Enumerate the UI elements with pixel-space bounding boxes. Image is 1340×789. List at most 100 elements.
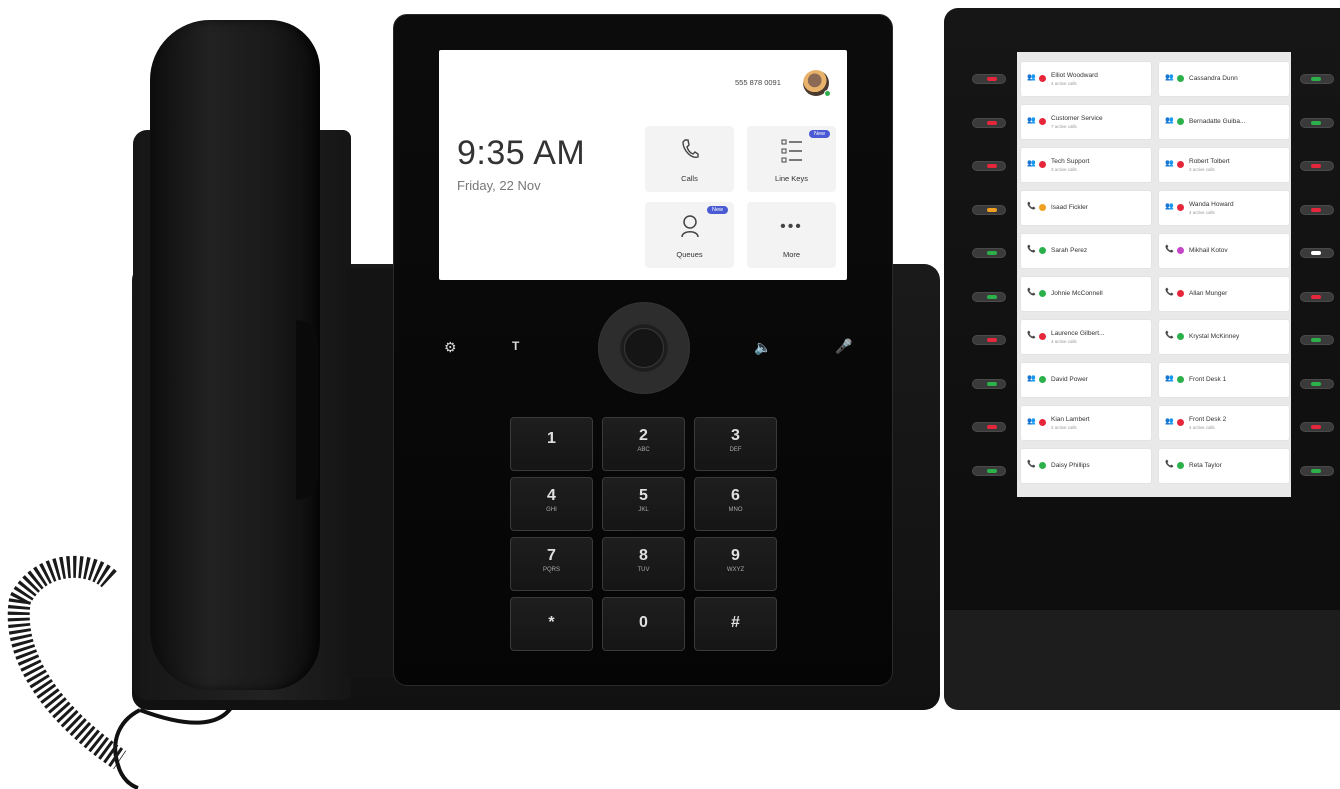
line-key-led-right[interactable] <box>1300 161 1334 171</box>
line-key-cell[interactable]: 📞 Allan Munger <box>1159 277 1289 311</box>
more-icon: ••• <box>780 218 803 235</box>
line-key-cell[interactable]: 👥 Elliot Woodward 4 active calls <box>1021 62 1151 96</box>
key-5[interactable]: 5 JKL <box>602 477 685 531</box>
line-key-name: Wanda Howard <box>1189 201 1234 208</box>
line-key-name: Front Desk 1 <box>1189 376 1227 383</box>
line-key-led-left[interactable] <box>972 74 1006 84</box>
line-keys-icon <box>747 138 836 169</box>
line-key-subtitle: 4 active calls <box>1189 425 1215 430</box>
line-key-cell[interactable]: 👥 Wanda Howard 4 active calls <box>1159 191 1289 225</box>
line-key-name: Robert Tolbert <box>1189 158 1230 165</box>
handset[interactable] <box>150 20 320 690</box>
line-key-cell[interactable]: 📞 Isaad Fickler <box>1021 191 1151 225</box>
teams-icon[interactable]: T <box>512 339 519 353</box>
line-key-name: Krystal McKinney <box>1189 333 1240 340</box>
line-key-cell[interactable]: 👥 Front Desk 1 <box>1159 363 1289 397</box>
line-key-led-left[interactable] <box>972 291 1006 302</box>
line-key-led-right[interactable] <box>1300 422 1334 432</box>
line-key-name: David Power <box>1051 376 1088 383</box>
presence-status-icon <box>1039 333 1046 340</box>
line-key-name: Allan Munger <box>1189 290 1228 297</box>
presence-status-icon <box>1039 204 1046 211</box>
line-key-cell[interactable]: 📞 Johnie McConnell <box>1021 277 1151 311</box>
phone-icon <box>645 138 734 165</box>
line-key-led-left[interactable] <box>972 204 1006 215</box>
group-icon: 👥 <box>1027 117 1036 124</box>
group-icon: 👥 <box>1027 160 1036 167</box>
key-0[interactable]: 0 <box>602 597 685 651</box>
line-key-led-left[interactable] <box>972 117 1006 128</box>
calls-tile[interactable]: Calls <box>645 126 734 192</box>
line-key-cell[interactable]: 📞 Laurence Gilbert... 4 active calls <box>1021 320 1151 354</box>
presence-status-icon <box>1177 204 1184 211</box>
line-key-subtitle: 7 active calls <box>1051 124 1077 129</box>
key-6[interactable]: 6 MNO <box>694 477 777 531</box>
line-key-led-left[interactable] <box>972 465 1006 476</box>
volume-icon[interactable]: 🔈 <box>754 339 771 356</box>
line-key-led-left[interactable] <box>972 248 1006 258</box>
line-key-cell[interactable]: 👥 Robert Tolbert 3 active calls <box>1159 148 1289 182</box>
microphone-icon[interactable]: 🎤 <box>835 338 852 355</box>
line-key-cell[interactable]: 👥 Tech Support 3 active calls <box>1021 148 1151 182</box>
line-key-name: Isaad Fickler <box>1051 204 1088 211</box>
line-key-cell[interactable]: 📞 Sarah Perez <box>1021 234 1151 268</box>
line-key-cell[interactable]: 📞 Reta Taylor <box>1159 449 1289 483</box>
line-key-led-right[interactable] <box>1300 117 1334 128</box>
presence-status-icon <box>1177 161 1184 168</box>
line-key-led-left[interactable] <box>972 161 1006 171</box>
line-key-cell[interactable]: 👥 David Power <box>1021 363 1151 397</box>
more-tile[interactable]: ••• More <box>747 202 836 268</box>
line-keys-label: Line Keys <box>775 174 808 183</box>
line-key-led-left[interactable] <box>972 378 1006 389</box>
line-key-cell[interactable]: 👥 Kian Lambert 2 active calls <box>1021 406 1151 440</box>
key-7[interactable]: 7 PQRS <box>510 537 593 591</box>
presence-status-icon <box>1039 419 1046 426</box>
key-hash[interactable]: # <box>694 597 777 651</box>
line-key-cell[interactable]: 👥 Cassandra Dunn <box>1159 62 1289 96</box>
line-key-cell[interactable]: 👥 Customer Service 7 active calls <box>1021 105 1151 139</box>
line-key-name: Elliot Woodward <box>1051 72 1098 79</box>
line-key-name: Kian Lambert <box>1051 416 1090 423</box>
line-key-led-right[interactable] <box>1300 204 1334 215</box>
line-key-led-right[interactable] <box>1300 335 1334 345</box>
line-key-led-right[interactable] <box>1300 378 1334 389</box>
line-key-cell[interactable]: 📞 Mikhail Kotov <box>1159 234 1289 268</box>
calls-label: Calls <box>681 174 698 183</box>
line-key-name: Customer Service <box>1051 115 1103 122</box>
key-4[interactable]: 4 GHI <box>510 477 593 531</box>
line-key-led-left[interactable] <box>972 335 1006 345</box>
group-icon: 👥 <box>1165 74 1174 81</box>
line-key-led-right[interactable] <box>1300 291 1334 302</box>
key-1[interactable]: 1 <box>510 417 593 471</box>
group-icon: 👥 <box>1027 418 1036 425</box>
group-icon: 👥 <box>1165 203 1174 210</box>
presence-status-icon <box>1039 75 1046 82</box>
key-3[interactable]: 3 DEF <box>694 417 777 471</box>
line-key-cell[interactable]: 📞 Krystal McKinney <box>1159 320 1289 354</box>
queues-tile[interactable]: New Queues <box>645 202 734 268</box>
line-key-led-left[interactable] <box>972 422 1006 432</box>
new-badge: New <box>808 130 830 138</box>
key-9[interactable]: 9 WXYZ <box>694 537 777 591</box>
line-key-cell[interactable]: 📞 Daisy Phillips <box>1021 449 1151 483</box>
presence-status-icon <box>1177 247 1184 254</box>
line-keys-tile[interactable]: New Line Keys <box>747 126 836 192</box>
line-key-led-right[interactable] <box>1300 248 1334 258</box>
settings-icon[interactable]: ⚙ <box>444 339 457 356</box>
line-key-led-right[interactable] <box>1300 74 1334 84</box>
clock-date: Friday, 22 Nov <box>457 178 541 193</box>
line-key-cell[interactable]: 👥 Front Desk 2 4 active calls <box>1159 406 1289 440</box>
presence-status-icon <box>1039 462 1046 469</box>
line-key-subtitle: 4 active calls <box>1051 339 1077 344</box>
phone-icon: 📞 <box>1165 332 1174 339</box>
key-8[interactable]: 8 TUV <box>602 537 685 591</box>
group-icon: 👥 <box>1165 375 1174 382</box>
key-star[interactable]: * <box>510 597 593 651</box>
presence-status-icon <box>1177 462 1184 469</box>
line-key-cell[interactable]: 👥 Bernadatte Guiba... <box>1159 105 1289 139</box>
select-button[interactable] <box>624 328 664 368</box>
key-2[interactable]: 2 ABC <box>602 417 685 471</box>
presence-status-icon <box>1039 161 1046 168</box>
handset-edge <box>296 320 318 500</box>
line-key-led-right[interactable] <box>1300 465 1334 476</box>
